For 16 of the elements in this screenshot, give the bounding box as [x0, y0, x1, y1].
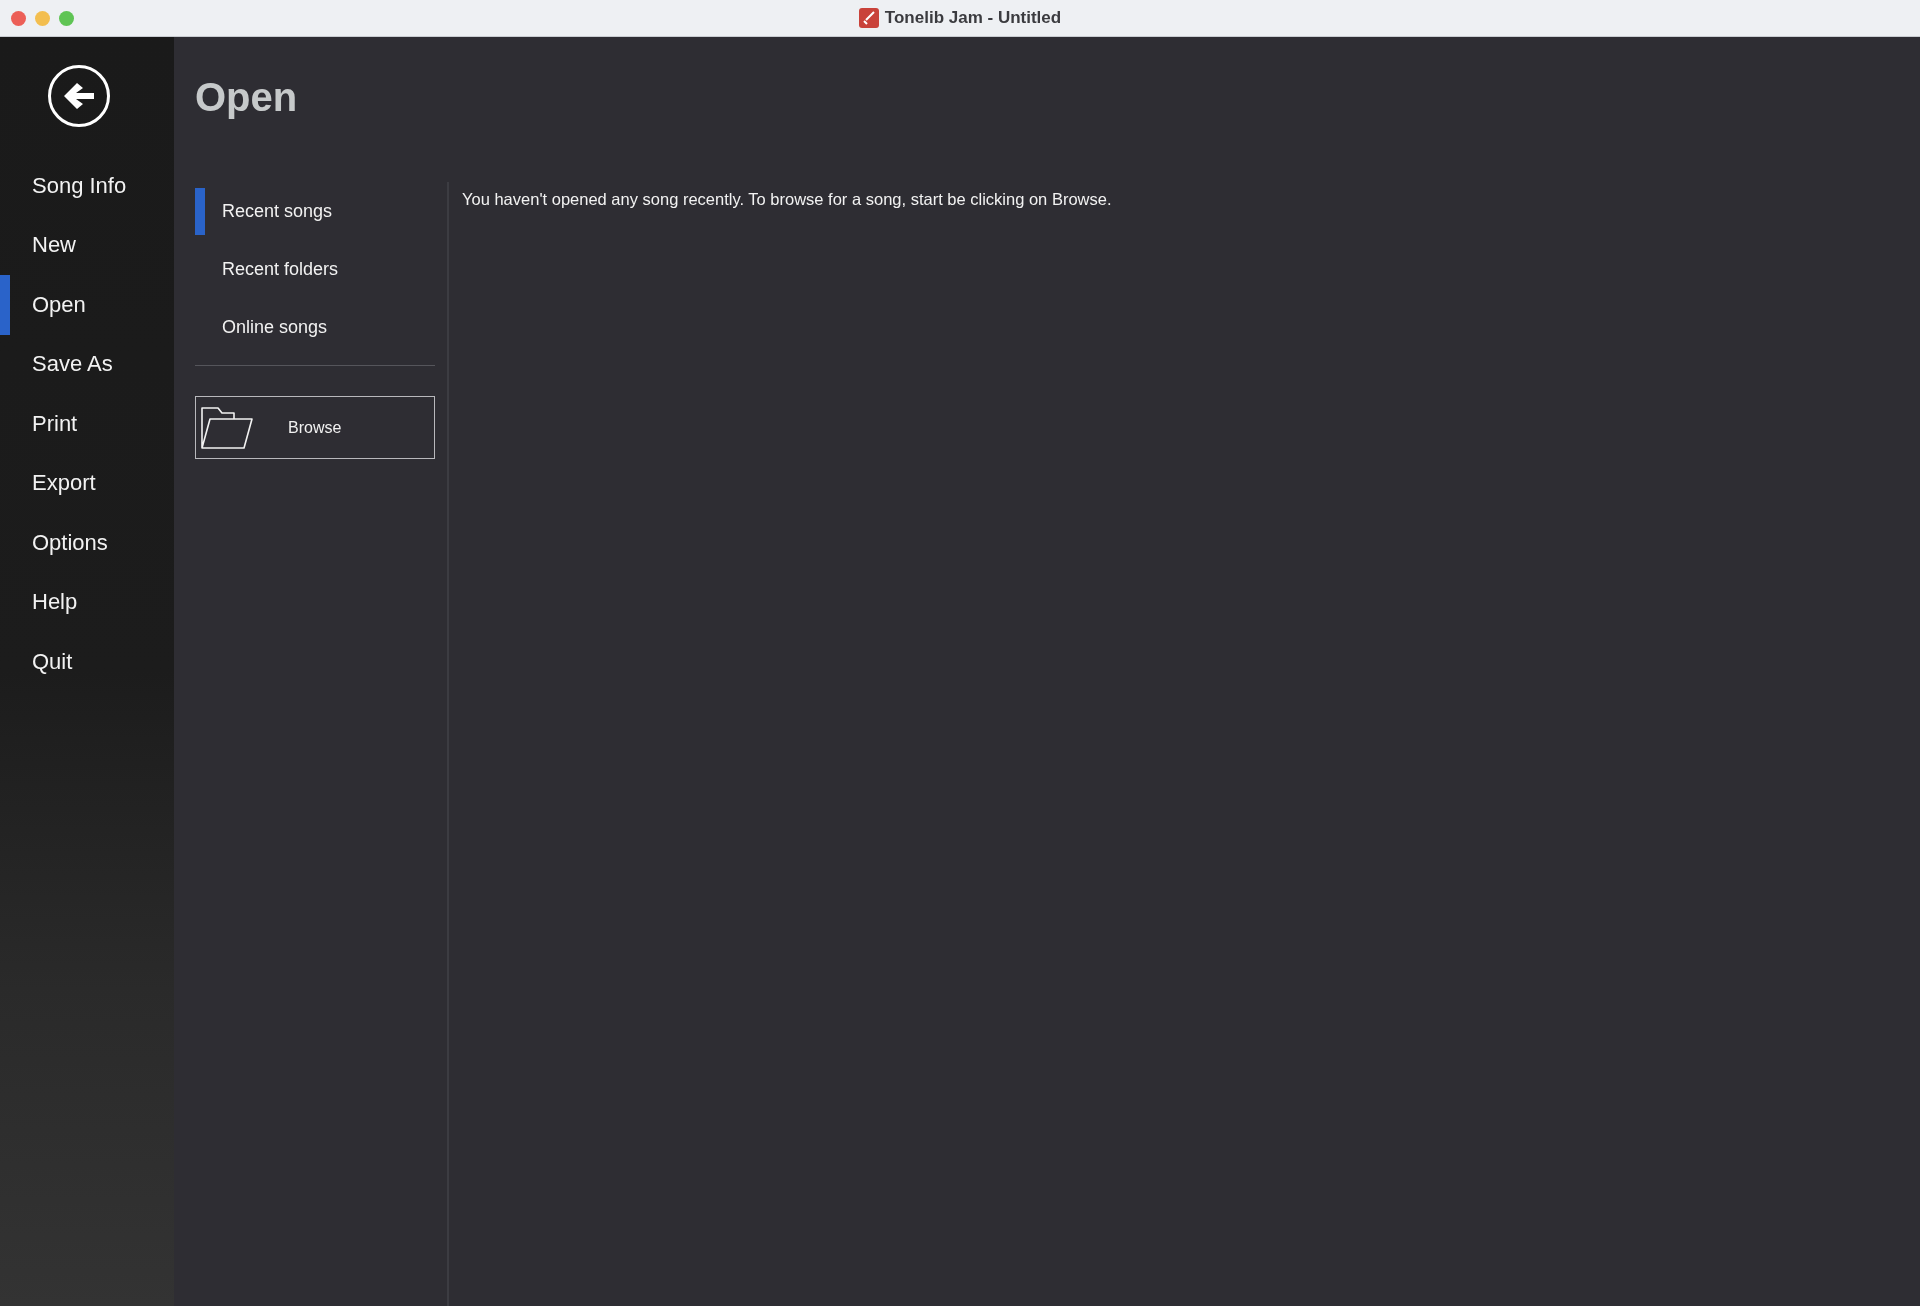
menu-item[interactable]: Song Info: [0, 156, 174, 216]
menu-item[interactable]: Save As: [0, 334, 174, 394]
empty-message: You haven't opened any song recently. To browse for a song, start be clicking on Browse.: [462, 190, 1113, 209]
menu-item[interactable]: New: [0, 215, 174, 275]
menu-item[interactable]: Quit: [0, 632, 174, 692]
page-title: Open: [195, 75, 298, 120]
menu-item[interactable]: Export: [0, 453, 174, 513]
source-tab[interactable]: Recent songs: [195, 188, 435, 235]
menu-item[interactable]: Help: [0, 572, 174, 632]
source-tab[interactable]: Online songs: [195, 304, 435, 351]
window-title: Tonelib Jam - Untitled: [884, 8, 1062, 28]
browse-button[interactable]: Browse: [195, 396, 435, 459]
menu-item[interactable]: Options: [0, 513, 174, 573]
menu-item[interactable]: Print: [0, 394, 174, 454]
menu-item[interactable]: Open: [0, 275, 174, 335]
source-tab[interactable]: Recent folders: [195, 246, 435, 293]
